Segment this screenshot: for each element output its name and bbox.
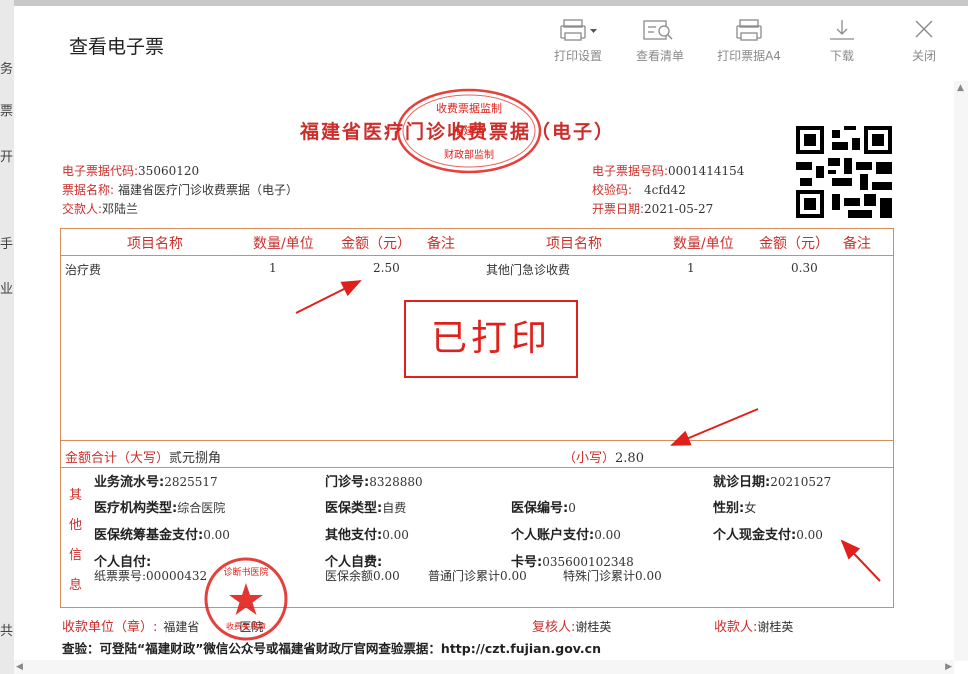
printer-settings-icon <box>560 19 597 41</box>
annotation-arrow <box>840 539 881 582</box>
background-text: 开 <box>0 150 14 165</box>
close-button[interactable]: 关闭 <box>902 18 946 64</box>
toolbar-label: 关闭 <box>911 49 936 63</box>
annotation-arrow <box>670 408 759 446</box>
annotation-arrow <box>295 280 362 314</box>
view-list-button[interactable]: 查看清单 <box>634 18 686 64</box>
list-search-icon <box>643 20 673 40</box>
toolbar-label: 打印设置 <box>553 49 602 63</box>
close-icon <box>915 20 933 38</box>
scroll-up-icon[interactable]: ▲ <box>957 83 964 93</box>
toolbar-label: 打印票据A4 <box>717 49 781 63</box>
background-text: 手 <box>0 237 14 252</box>
view-e-invoice-dialog: 查看电子票 打印设置 查看清单 打印票据A4 下载 关闭 福建省医疗门诊收费票据… <box>14 6 968 674</box>
background-text: 务 <box>0 62 14 77</box>
background-text: 票 <box>0 104 14 119</box>
printer-icon <box>736 19 762 41</box>
annotation-arrows <box>295 280 881 582</box>
scroll-right-icon[interactable]: ▶ <box>945 662 952 672</box>
toolbar-label: 查看清单 <box>635 49 684 63</box>
invoice-viewer: 福建省医疗门诊收费票据（电子） 收费票据监制 福建省 财政部监制 电子票据代码:… <box>14 81 954 661</box>
download-button[interactable]: 下载 <box>820 18 864 64</box>
scroll-left-icon[interactable]: ◀ <box>16 662 23 672</box>
download-icon <box>830 20 854 40</box>
background-text: 业 <box>0 282 14 297</box>
horizontal-scrollbar[interactable]: ◀ ▶ <box>14 660 954 674</box>
print-a4-button[interactable]: 打印票据A4 <box>714 18 784 64</box>
print-settings-button[interactable]: 打印设置 <box>552 18 604 64</box>
vertical-scrollbar[interactable]: ▲ <box>954 81 968 661</box>
toolbar-label: 下载 <box>829 49 854 63</box>
background-app-strip: 务 票 开 手 业 共 <box>0 0 14 674</box>
dialog-title: 查看电子票 <box>69 36 165 58</box>
background-text: 共 <box>0 624 14 639</box>
